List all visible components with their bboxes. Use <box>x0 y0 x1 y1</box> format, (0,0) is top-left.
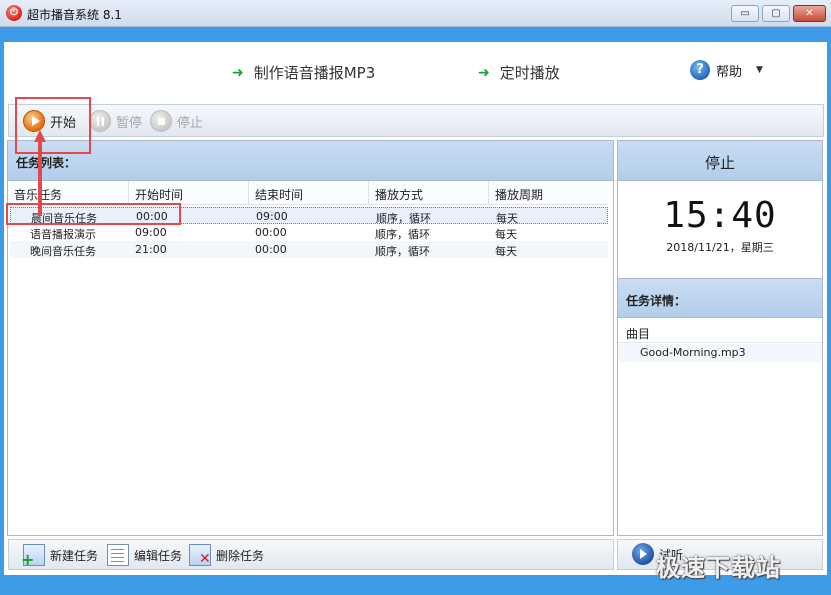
edit-task-label: 编辑任务 <box>134 548 183 563</box>
minimize-button[interactable]: ▭ <box>731 5 759 22</box>
task-toolbar: 新建任务 编辑任务 删除任务 <box>8 539 614 570</box>
track-column-header: 曲目 <box>618 321 822 343</box>
chevron-down-icon[interactable]: ▼ <box>756 65 763 75</box>
new-task-icon <box>21 544 45 569</box>
edit-task-icon <box>107 544 129 566</box>
task-end: 00:00 <box>255 226 287 239</box>
task-end: 00:00 <box>255 243 287 256</box>
maximize-button[interactable]: ▢ <box>762 5 790 22</box>
new-task-label: 新建任务 <box>50 548 99 563</box>
start-highlight-box <box>15 97 91 154</box>
column-divider <box>368 181 369 205</box>
top-band <box>0 27 831 42</box>
status-panel: 停止 15:40 2018/11/21，星期三 任务详情： 曲目 Good-Mo… <box>617 140 823 536</box>
column-header[interactable]: 播放方式 <box>375 186 423 203</box>
frame-left <box>0 27 4 595</box>
pause-label: 暂停 <box>116 115 143 131</box>
arrow-right-icon: ➜ <box>478 64 490 81</box>
column-divider <box>488 181 489 205</box>
task-period: 每天 <box>495 245 517 258</box>
task-list-header: 音乐任务 开始时间 结束时间 播放方式 播放周期 <box>8 181 608 205</box>
watermark: 极速下载站 <box>656 554 781 582</box>
column-header[interactable]: 开始时间 <box>135 186 183 203</box>
stop-icon <box>150 110 172 132</box>
date-display: 2018/11/21，星期三 <box>666 241 774 254</box>
title-bar: ⏻ 超市播音系统 8.1 ▭ ▢ ✕ <box>0 0 831 27</box>
task-detail-title: 任务详情： <box>618 278 822 318</box>
column-divider <box>248 181 249 205</box>
play-icon <box>632 543 654 565</box>
annotation-arrow <box>34 130 46 216</box>
task-period: 每天 <box>495 228 517 241</box>
task-end: 09:00 <box>256 210 288 223</box>
timed-play-link[interactable]: ➜ 定时播放 <box>478 62 560 83</box>
header: ➜ 制作语音播报MP3 ➜ 定时播放 ? 帮助 ▼ <box>4 42 827 98</box>
pause-button[interactable]: 暂停 <box>89 109 142 133</box>
task-name: 语音播报演示 <box>30 228 96 241</box>
delete-task-icon <box>189 544 211 567</box>
task-start: 09:00 <box>135 226 167 239</box>
column-divider <box>128 181 129 205</box>
stop-label: 停止 <box>177 115 204 131</box>
track-list-item[interactable]: Good-Morning.mp3 <box>618 344 822 362</box>
new-task-button[interactable]: 新建任务 <box>21 544 99 569</box>
task-list-title: 任务列表： <box>8 141 613 181</box>
table-row[interactable]: 语音播报演示 09:00 00:00 顺序，循环 每天 <box>10 224 608 241</box>
task-mode: 顺序，循环 <box>375 228 430 241</box>
column-header[interactable]: 播放周期 <box>495 186 543 203</box>
edit-task-button[interactable]: 编辑任务 <box>107 544 182 566</box>
task-name: 晚间音乐任务 <box>30 245 96 258</box>
delete-task-label: 删除任务 <box>216 548 265 563</box>
main-toolbar: 开始 暂停 停止 <box>8 104 824 137</box>
table-row[interactable]: 晚间音乐任务 21:00 00:00 顺序，循环 每天 <box>10 241 608 258</box>
make-mp3-link[interactable]: ➜ 制作语音播报MP3 <box>232 62 375 83</box>
delete-task-button[interactable]: 删除任务 <box>189 544 265 567</box>
pause-icon <box>89 110 111 132</box>
clock-display: 15:40 <box>663 195 777 236</box>
task-mode: 顺序，循环 <box>375 245 430 258</box>
arrow-right-icon: ➜ <box>232 64 244 81</box>
play-status: 停止 <box>618 141 822 181</box>
app-icon: ⏻ <box>6 5 22 21</box>
row-highlight-box <box>6 203 181 225</box>
stop-button[interactable]: 停止 <box>150 109 203 133</box>
task-start: 21:00 <box>135 243 167 256</box>
help-label: 帮助 <box>716 64 743 80</box>
window-title: 超市播音系统 8.1 <box>27 8 122 22</box>
help-icon: ? <box>690 60 710 80</box>
make-mp3-label: 制作语音播报MP3 <box>253 64 376 82</box>
close-button[interactable]: ✕ <box>793 5 826 22</box>
task-list-panel: 任务列表： 音乐任务 开始时间 结束时间 播放方式 播放周期 晨间音乐任务 00… <box>7 140 614 536</box>
frame-right <box>827 27 831 595</box>
timed-play-label: 定时播放 <box>499 64 560 82</box>
column-header[interactable]: 结束时间 <box>255 186 303 203</box>
help-menu[interactable]: ? 帮助 ▼ <box>690 60 763 80</box>
